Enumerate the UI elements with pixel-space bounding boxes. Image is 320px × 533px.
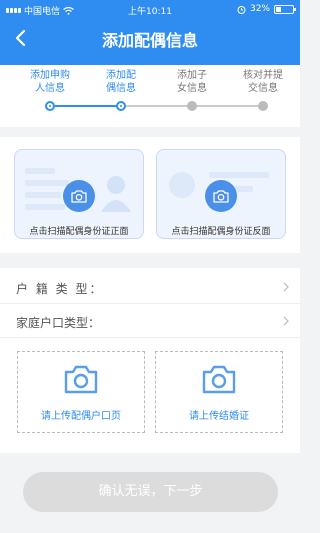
scan-back-caption: 点击扫描配偶身份证反面: [171, 227, 271, 237]
nav-bar: 添加配偶信息: [0, 18, 300, 60]
step-spouse: 添加配 偶信息: [91, 69, 151, 97]
camera-icon: [202, 365, 236, 394]
battery-percent: 32%: [249, 4, 270, 14]
upload-marriage-caption: 请上传结婚证: [189, 411, 249, 422]
step-connector: [126, 105, 188, 107]
step-connector: [197, 105, 259, 107]
page-title: 添加配偶信息: [101, 31, 198, 50]
id-scan-section: 点击扫描配偶身份证正面 点击扫描配偶身份证反面: [0, 137, 300, 253]
camera-icon: [205, 180, 237, 212]
step-children: 添加子 女信息: [162, 69, 222, 97]
status-bar: 中国电信 上午10:11 32%: [0, 0, 300, 18]
scan-id-front-button[interactable]: 点击扫描配偶身份证正面: [14, 149, 144, 239]
alarm-icon: [237, 5, 246, 14]
step-label: 添加配 偶信息: [106, 70, 136, 94]
upload-marriage-cert-button[interactable]: 请上传结婚证: [155, 351, 283, 433]
chevron-right-icon: [283, 282, 289, 292]
step-review: 核对并提 交信息: [233, 69, 293, 97]
step-dot: [45, 101, 55, 111]
step-label: 核对并提 交信息: [243, 70, 283, 94]
step-dot: [187, 101, 197, 111]
upload-register-page-button[interactable]: 请上传配偶户口页: [17, 351, 145, 433]
household-type-select[interactable]: 户 籍 类 型：: [0, 270, 300, 304]
emblem-placeholder-icon: [169, 172, 195, 198]
step-dot: [116, 101, 126, 111]
step-label: 添加子 女信息: [177, 70, 207, 94]
upload-register-caption: 请上传配偶户口页: [41, 411, 121, 422]
step-label: 添加申购 人信息: [30, 70, 70, 94]
battery-icon: [274, 4, 296, 14]
scan-id-back-button[interactable]: 点击扫描配偶身份证反面: [156, 149, 286, 239]
step-applicant: 添加申购 人信息: [20, 69, 80, 97]
household-register-type-select[interactable]: 家庭户口类型：: [0, 304, 300, 338]
household-form: 户 籍 类 型： 家庭户口类型： 请上传配偶户口页 请上传结婚证: [0, 268, 300, 453]
camera-icon: [63, 180, 95, 212]
chevron-right-icon: [283, 316, 289, 326]
scan-front-caption: 点击扫描配偶身份证正面: [29, 227, 129, 237]
camera-icon: [64, 365, 98, 394]
household-register-type-label: 家庭户口类型：: [16, 316, 101, 330]
household-type-label: 户 籍 类 型：: [16, 282, 104, 296]
progress-steps: 添加申购 人信息 添加配 偶信息 添加子 女信息 核对并提 交信息: [0, 65, 300, 127]
next-step-button[interactable]: 确认无误，下一步: [23, 472, 278, 512]
step-connector: [55, 105, 117, 107]
step-dot: [258, 101, 268, 111]
header: 中国电信 上午10:11 32% 添加配偶信息: [0, 0, 300, 65]
person-silhouette-icon: [101, 176, 131, 212]
